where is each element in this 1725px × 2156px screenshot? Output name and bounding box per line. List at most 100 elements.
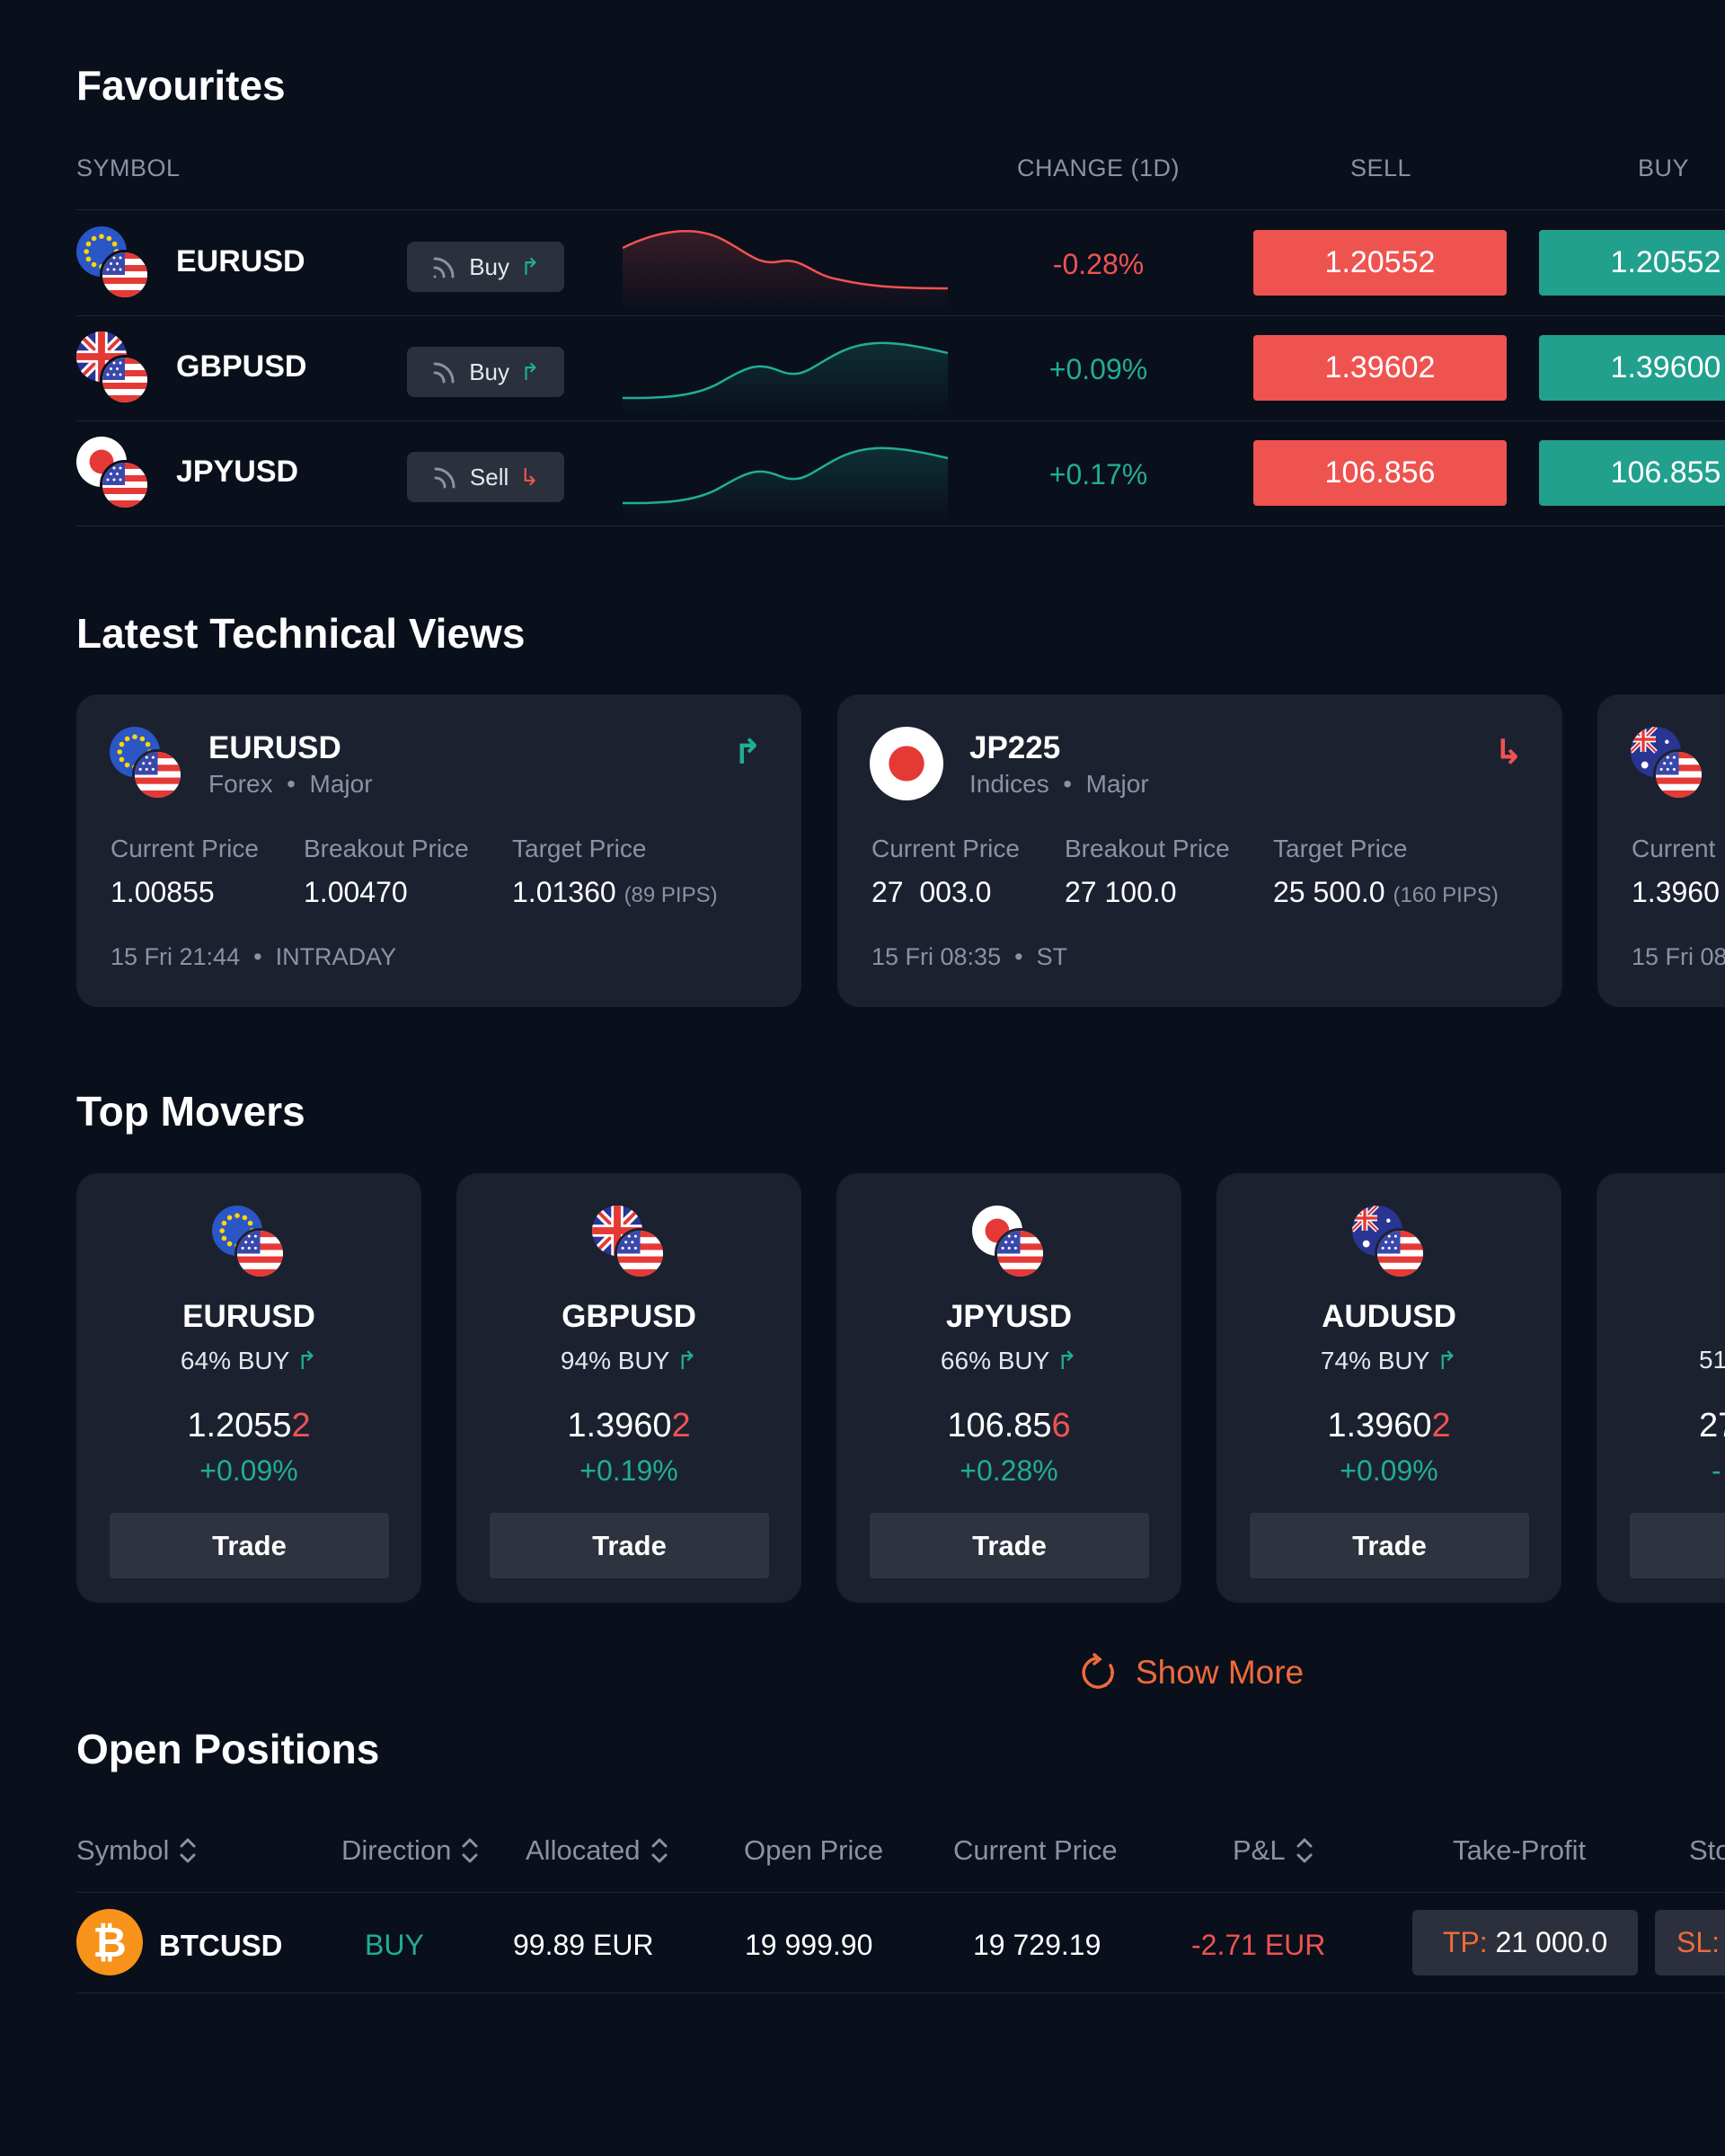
signal-icon <box>433 257 455 278</box>
mover-change: +0.09% <box>199 1454 298 1487</box>
position-symbol: BTCUSD <box>159 1929 283 1962</box>
col-direction-sort[interactable]: Direction <box>341 1834 480 1867</box>
arrow-up-right-icon: ↱ <box>520 252 540 280</box>
us-flag-icon <box>995 1228 1046 1279</box>
mover-card-gbpusd[interactable]: GBPUSD 94% BUY ↱ 1.39602 +0.19% Trade <box>456 1173 801 1603</box>
symbol: EURUSD <box>176 244 305 278</box>
mover-card-audusd[interactable]: AUDUSD 74% BUY ↱ 1.39602 +0.09% Trade <box>1216 1173 1561 1603</box>
buy-button[interactable]: 1.20552 <box>1539 230 1725 296</box>
us-flag-icon <box>615 1228 666 1279</box>
position-open-price: 19 999.90 <box>745 1929 873 1961</box>
current-price-label: Current Price <box>111 835 259 862</box>
stop-loss-button[interactable]: SL: <box>1655 1910 1725 1975</box>
mover-card-eurusd[interactable]: EURUSD 64% BUY ↱ 1.20552 +0.09% Trade <box>76 1173 421 1603</box>
signal-label: Sell <box>469 463 509 490</box>
mover-symbol: AUDUSD <box>1322 1299 1456 1334</box>
sparkline-chart <box>623 341 948 416</box>
mover-symbol: GBPUSD <box>562 1299 696 1334</box>
bitcoin-icon: ₿ <box>76 1909 143 1975</box>
signal-label: Buy <box>469 358 509 385</box>
signal-icon <box>433 362 455 384</box>
signal-sell-button[interactable]: Sell ↳ <box>407 452 564 502</box>
trade-button[interactable] <box>1630 1513 1725 1578</box>
favourite-row-jpyusd[interactable]: JPYUSD Sell ↳ +0.17% 106.856 106.855 <box>0 420 1725 526</box>
current-price-label: Current Price <box>871 835 1020 862</box>
current-price-value: 1.3960 <box>1632 876 1720 908</box>
sort-icon <box>180 1838 196 1863</box>
mover-change: +0.28% <box>960 1454 1058 1487</box>
signal-buy-button[interactable]: Buy ↱ <box>407 242 564 292</box>
col-symbol-sort[interactable]: Symbol <box>76 1834 198 1867</box>
target-price-value: 1.01360 (89 PIPS) <box>512 876 718 908</box>
us-flag-icon <box>1375 1228 1426 1279</box>
us-flag-icon <box>132 749 183 800</box>
change-value: +0.17% <box>1048 458 1148 490</box>
technical-card-eurusd[interactable]: EURUSD Forex • Major ↱ Current Price Bre… <box>76 694 801 1007</box>
sell-button[interactable]: 106.856 <box>1253 440 1507 506</box>
sort-icon <box>651 1838 668 1863</box>
position-allocated: 99.89 EUR <box>513 1929 654 1961</box>
card-footer: 15 Fri 08 <box>1632 943 1725 970</box>
show-more-label: Show More <box>1136 1654 1305 1691</box>
arrow-up-right-icon: ↱ <box>1436 1347 1458 1374</box>
breakout-price-label: Breakout Price <box>1065 835 1230 862</box>
mover-change: - <box>1712 1454 1721 1487</box>
take-profit-button[interactable]: TP: 21 000.0 <box>1412 1910 1638 1975</box>
card-symbol: JP225 <box>969 730 1061 765</box>
signal-icon <box>434 467 456 489</box>
technical-card-jp225[interactable]: JP225 Indices • Major ↳ Current Price Br… <box>837 694 1562 1007</box>
us-flag-icon <box>1653 749 1704 800</box>
us-flag-icon <box>234 1228 286 1279</box>
trade-button[interactable]: Trade <box>490 1513 769 1578</box>
card-symbol: EURUSD <box>208 730 341 765</box>
card-footer: 15 Fri 08:35 • ST <box>871 943 1068 970</box>
target-price-value: 25 500.0 (160 PIPS) <box>1273 876 1499 908</box>
position-direction: BUY <box>365 1929 424 1961</box>
breakout-price-value: 1.00470 <box>304 876 408 908</box>
technical-card-partial[interactable]: Current 1.3960 15 Fri 08 <box>1597 694 1725 1007</box>
trade-button[interactable]: Trade <box>1250 1513 1529 1578</box>
mover-sentiment: 51 <box>1699 1346 1725 1374</box>
col-take-profit: Take-Profit <box>1453 1834 1587 1866</box>
buy-button[interactable]: 106.855 <box>1539 440 1725 506</box>
mover-price: 27 <box>1699 1407 1725 1445</box>
col-sell: SELL <box>1350 155 1412 181</box>
mover-card-partial[interactable]: D 51 27 - <box>1597 1173 1725 1603</box>
mover-sentiment: 66% BUY ↱ <box>940 1347 1078 1374</box>
trade-button[interactable]: Trade <box>110 1513 389 1578</box>
target-price-label: Target Price <box>512 835 647 862</box>
show-more-button[interactable]: Show More <box>1078 1653 1304 1692</box>
col-current-price: Current Price <box>953 1834 1118 1866</box>
buy-button[interactable]: 1.39600 <box>1539 335 1725 401</box>
us-flag-icon <box>100 355 150 405</box>
favourite-row-gbpusd[interactable]: GBPUSD Buy ↱ +0.09% 1.39602 1.39600 <box>0 315 1725 420</box>
change-value: -0.28% <box>1052 248 1145 280</box>
us-flag-icon <box>100 460 150 510</box>
sell-button[interactable]: 1.20552 <box>1253 230 1507 296</box>
movers-title: Top Movers <box>76 1088 305 1135</box>
signal-buy-button[interactable]: Buy ↱ <box>407 347 564 397</box>
position-pnl: -2.71 EUR <box>1191 1929 1326 1961</box>
mover-card-jpyusd[interactable]: JPYUSD 66% BUY ↱ 106.856 +0.28% Trade <box>836 1173 1181 1603</box>
symbol: GBPUSD <box>176 349 307 384</box>
mover-sentiment: 74% BUY ↱ <box>1320 1347 1458 1374</box>
sell-button[interactable]: 1.39602 <box>1253 335 1507 401</box>
symbol: JPYUSD <box>176 455 299 489</box>
positions-title: Open Positions <box>76 1726 380 1772</box>
col-allocated-sort[interactable]: Allocated <box>526 1834 669 1867</box>
arrow-up-right-icon: ↱ <box>1056 1347 1078 1374</box>
signal-label: Buy <box>469 252 509 280</box>
mover-change: +0.19% <box>579 1454 678 1487</box>
arrow-up-right-icon: ↱ <box>733 734 762 772</box>
card-category: Forex • Major <box>208 770 373 798</box>
sort-icon <box>462 1838 478 1863</box>
col-pnl-sort[interactable]: P&L <box>1233 1834 1314 1867</box>
current-price-label: Current <box>1632 835 1716 862</box>
col-symbol: SYMBOL <box>76 155 181 181</box>
mover-symbol: JPYUSD <box>945 1299 1073 1334</box>
mover-price: 1.39602 <box>567 1407 691 1445</box>
trade-button[interactable]: Trade <box>870 1513 1149 1578</box>
favourite-row-eurusd[interactable]: EURUSD Buy ↱ -0.28% 1.20552 1.20552 <box>0 210 1725 315</box>
breakout-price-value: 27 100.0 <box>1065 876 1177 908</box>
mover-sentiment: 64% BUY ↱ <box>180 1347 318 1374</box>
